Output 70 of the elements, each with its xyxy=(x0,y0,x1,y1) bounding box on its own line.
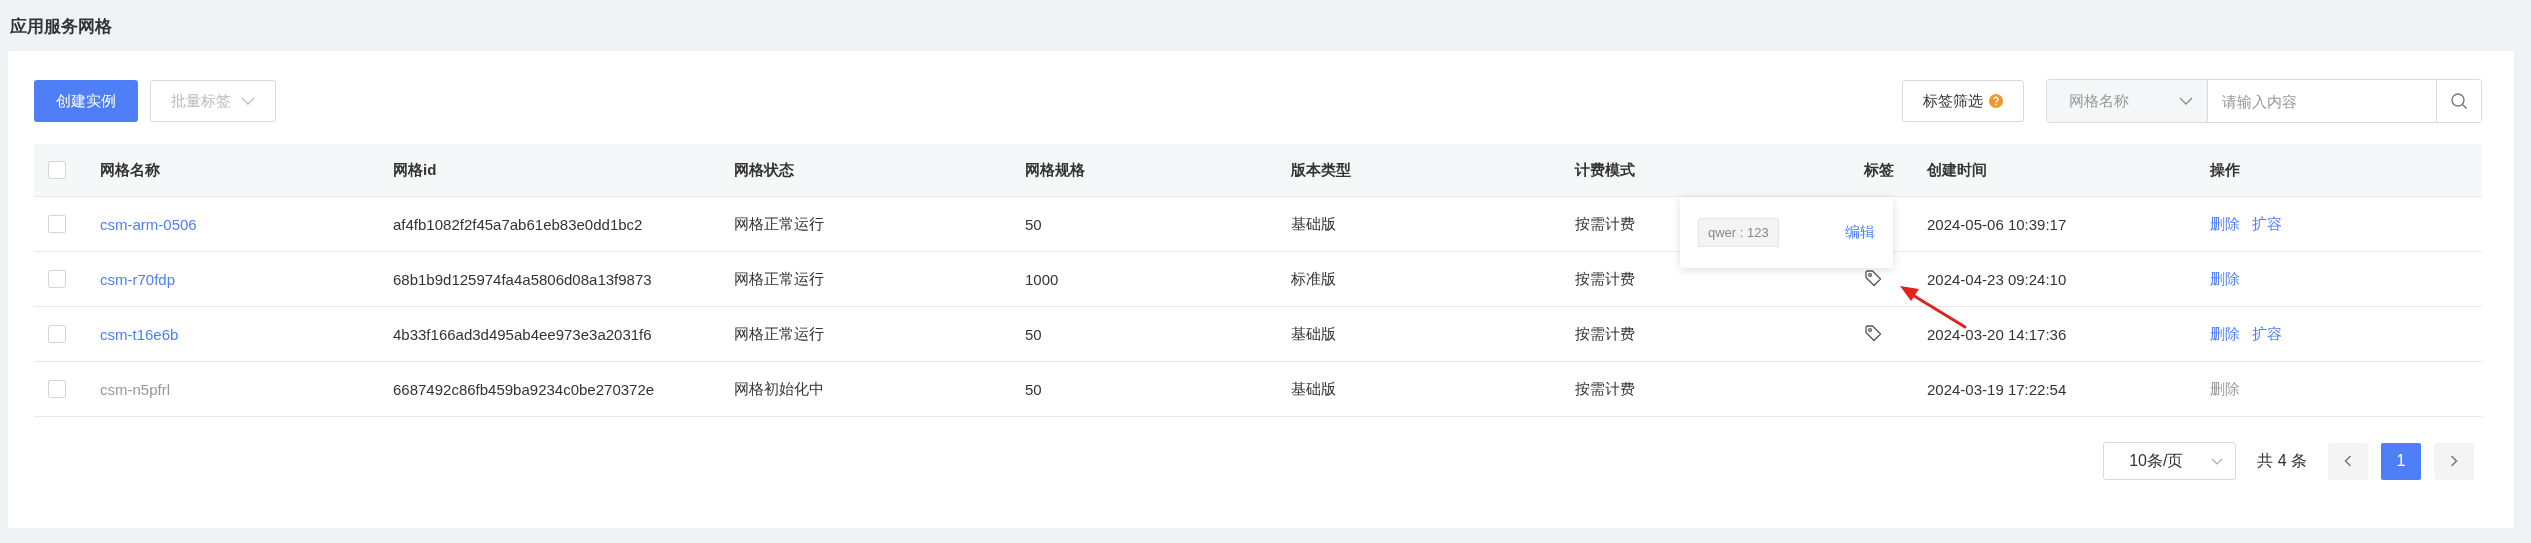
table-cell: 网格正常运行 xyxy=(734,214,824,234)
dropdown-value: 网格名称 xyxy=(2069,91,2129,111)
previous-page-button[interactable] xyxy=(2328,442,2368,480)
column-header: 网格id xyxy=(393,160,437,180)
tag-filter-button[interactable]: 标签筛选 xyxy=(1902,80,2024,122)
table-cell: 按需计费 xyxy=(1575,269,1635,289)
column-header: 网格规格 xyxy=(1025,160,1085,180)
mesh-name-link[interactable]: csm-r70fdp xyxy=(100,270,176,288)
table-cell: 2024-03-19 17:22:54 xyxy=(1927,380,2067,398)
table-cell: af4fb1082f2f45a7ab61eb83e0dd1bc2 xyxy=(393,215,643,233)
checkbox[interactable] xyxy=(48,161,66,179)
table-cell: 网格正常运行 xyxy=(734,324,824,344)
column-header: 计费模式 xyxy=(1575,160,1635,180)
table-cell: 基础版 xyxy=(1291,379,1336,399)
table-cell: 网格正常运行 xyxy=(734,269,824,289)
tag-icon[interactable] xyxy=(1864,268,1882,287)
column-header: 网格状态 xyxy=(734,160,794,180)
create-instance-button[interactable]: 创建实例 xyxy=(34,80,138,122)
mesh-name-link[interactable]: csm-t16e6b xyxy=(100,325,179,343)
table-cell: 基础版 xyxy=(1291,324,1336,344)
mesh-name-link[interactable]: csm-arm-0506 xyxy=(100,215,197,233)
chevron-down-icon xyxy=(2179,97,2193,105)
action-link[interactable]: 删除 xyxy=(2210,214,2240,234)
search-icon xyxy=(2450,92,2468,110)
edit-link[interactable]: 编辑 xyxy=(1845,223,1875,242)
column-header: 版本类型 xyxy=(1291,160,1351,180)
table-cell: 2024-04-23 09:24:10 xyxy=(1927,270,2067,288)
table-cell: 2024-03-20 14:17:36 xyxy=(1927,325,2067,343)
table-cell: 50 xyxy=(1025,380,1042,398)
page-button[interactable]: 1 xyxy=(2381,442,2421,480)
column-header: 创建时间 xyxy=(1927,160,1987,180)
help-icon xyxy=(1989,94,2003,108)
total-count: 共 4 条 xyxy=(2257,450,2307,471)
next-page-button[interactable] xyxy=(2434,442,2474,480)
table-cell: 基础版 xyxy=(1291,214,1336,234)
dropdown-value: 10条/页 xyxy=(2129,450,2184,471)
action-link[interactable]: 扩容 xyxy=(2252,324,2282,344)
page-title: 应用服务网格 xyxy=(9,16,113,38)
table-cell: 按需计费 xyxy=(1575,324,1635,344)
table-cell: 按需计费 xyxy=(1575,379,1635,399)
search-button[interactable] xyxy=(2436,80,2481,122)
arrow-drawing xyxy=(1900,286,1967,329)
page-size-dropdown[interactable]: 10条/页 xyxy=(2103,442,2237,480)
table-cell: 6687492c86fb459ba9234c0be270372e xyxy=(393,380,655,398)
table-cell: 50 xyxy=(1025,215,1042,233)
column-header: 操作 xyxy=(2210,160,2240,180)
action-link[interactable]: 扩容 xyxy=(2252,214,2282,234)
tag-chip: qwer : 123 xyxy=(1698,218,1779,247)
action-link[interactable]: 删除 xyxy=(2210,324,2240,344)
column-header: 标签 xyxy=(1864,160,1894,180)
table-cell: 按需计费 xyxy=(1575,214,1635,234)
tag-icon[interactable] xyxy=(1864,323,1882,342)
table-cell: 4b33f166ad3d495ab4ee973e3a2031f6 xyxy=(393,325,652,343)
table-cell: 网格初始化中 xyxy=(734,379,824,399)
chevron-right-icon xyxy=(2450,455,2458,467)
table-cell: 68b1b9d125974fa4a5806d08a13f9873 xyxy=(393,270,652,288)
search-field[interactable]: 网格名称 请输入内容 xyxy=(2046,79,2482,123)
search-field-dropdown[interactable]: 网格名称 xyxy=(2047,80,2208,122)
table-cell: 2024-05-06 10:39:17 xyxy=(1927,215,2067,233)
table-cell: 1000 xyxy=(1025,270,1059,288)
table-cell: 50 xyxy=(1025,325,1042,343)
chevron-down-icon xyxy=(2211,457,2224,465)
chevron-left-icon xyxy=(2344,455,2352,467)
checkbox[interactable] xyxy=(48,325,66,343)
chevron-down-icon xyxy=(241,97,255,105)
column-header: 网格名称 xyxy=(100,160,160,180)
action-link[interactable]: 删除 xyxy=(2210,269,2240,289)
checkbox[interactable] xyxy=(48,215,66,233)
checkbox[interactable] xyxy=(48,270,66,288)
table-cell: 标准版 xyxy=(1291,269,1336,289)
